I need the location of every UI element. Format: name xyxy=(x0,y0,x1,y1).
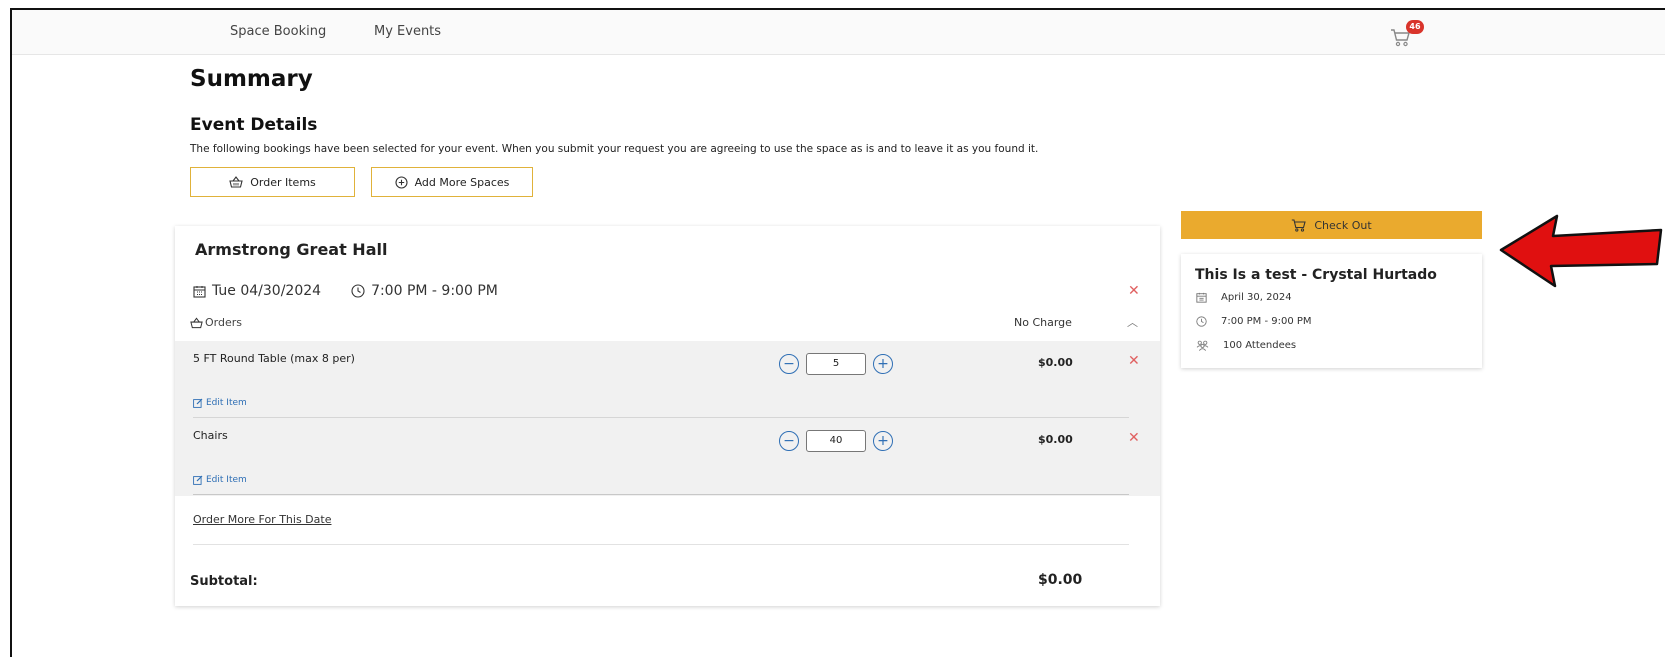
quantity-input[interactable]: 5 xyxy=(806,353,866,375)
edit-item-label: Edit Item xyxy=(206,398,247,408)
item-divider xyxy=(193,494,1129,495)
users-icon xyxy=(1196,340,1209,351)
quantity-stepper: − 5 + xyxy=(779,353,893,375)
orders-label: Orders xyxy=(205,316,242,329)
decrease-quantity-button[interactable]: − xyxy=(779,431,799,451)
item-divider xyxy=(193,417,1129,418)
add-more-spaces-button[interactable]: Add More Spaces xyxy=(371,167,533,197)
calendar-icon xyxy=(1196,292,1207,303)
subtotal-value: $0.00 xyxy=(1038,572,1083,588)
remove-item-icon[interactable]: ✕ xyxy=(1128,354,1140,368)
edit-icon xyxy=(193,398,203,408)
event-description: The following bookings have been selecte… xyxy=(190,143,1039,155)
plus-circle-icon xyxy=(395,175,408,189)
top-nav: Space Booking My Events 46 xyxy=(12,10,1665,55)
booking-datetime: Tue 04/30/2024 7:00 PM - 9:00 PM xyxy=(193,283,498,299)
edit-icon xyxy=(193,475,203,485)
event-attendees: 100 Attendees xyxy=(1223,340,1297,351)
subtotal-divider xyxy=(193,544,1129,545)
chevron-up-icon[interactable]: ︿ xyxy=(1127,314,1138,330)
basket-icon xyxy=(190,317,203,328)
cart-count-badge: 46 xyxy=(1406,20,1424,34)
check-out-button[interactable]: Check Out xyxy=(1181,211,1482,239)
orders-charge: No Charge xyxy=(1014,316,1072,329)
basket-icon xyxy=(229,176,243,188)
event-attendees-row: 100 Attendees xyxy=(1196,340,1296,351)
edit-item-link[interactable]: Edit Item xyxy=(193,475,247,485)
remove-booking-icon[interactable]: ✕ xyxy=(1128,284,1140,298)
event-time-row: 7:00 PM - 9:00 PM xyxy=(1196,316,1312,327)
section-title: Event Details xyxy=(190,115,318,135)
order-item-name: 5 FT Round Table (max 8 per) xyxy=(193,352,355,365)
edit-item-label: Edit Item xyxy=(206,475,247,485)
quantity-stepper: − 40 + xyxy=(779,430,893,452)
cart-button[interactable]: 46 xyxy=(1390,20,1424,48)
order-items-button[interactable]: Order Items xyxy=(190,167,355,197)
event-date-row: April 30, 2024 xyxy=(1196,292,1292,303)
calendar-icon xyxy=(193,285,206,298)
order-more-link[interactable]: Order More For This Date xyxy=(193,513,331,526)
remove-item-icon[interactable]: ✕ xyxy=(1128,431,1140,445)
order-item-price: $0.00 xyxy=(1038,356,1073,369)
booking-time: 7:00 PM - 9:00 PM xyxy=(371,283,498,299)
increase-quantity-button[interactable]: + xyxy=(873,431,893,451)
order-item-price: $0.00 xyxy=(1038,433,1073,446)
red-arrow-icon xyxy=(1499,214,1663,288)
cart-icon xyxy=(1292,218,1307,232)
event-time: 7:00 PM - 9:00 PM xyxy=(1221,316,1312,327)
edit-item-link[interactable]: Edit Item xyxy=(193,398,247,408)
orders-header[interactable]: Orders xyxy=(190,316,242,329)
increase-quantity-button[interactable]: + xyxy=(873,354,893,374)
event-date: April 30, 2024 xyxy=(1221,292,1292,303)
clock-icon xyxy=(1196,316,1207,327)
venue-name: Armstrong Great Hall xyxy=(195,240,388,259)
order-item-name: Chairs xyxy=(193,429,228,442)
page-title: Summary xyxy=(190,66,313,92)
nav-my-events[interactable]: My Events xyxy=(374,24,441,39)
nav-space-booking[interactable]: Space Booking xyxy=(230,24,326,39)
clock-icon xyxy=(351,284,365,298)
check-out-label: Check Out xyxy=(1314,218,1372,232)
event-title: This Is a test - Crystal Hurtado xyxy=(1195,267,1437,283)
subtotal-label: Subtotal: xyxy=(190,574,258,589)
order-items-label: Order Items xyxy=(250,175,316,189)
quantity-input[interactable]: 40 xyxy=(806,430,866,452)
booking-date: Tue 04/30/2024 xyxy=(212,283,322,299)
add-more-spaces-label: Add More Spaces xyxy=(414,175,510,189)
decrease-quantity-button[interactable]: − xyxy=(779,354,799,374)
